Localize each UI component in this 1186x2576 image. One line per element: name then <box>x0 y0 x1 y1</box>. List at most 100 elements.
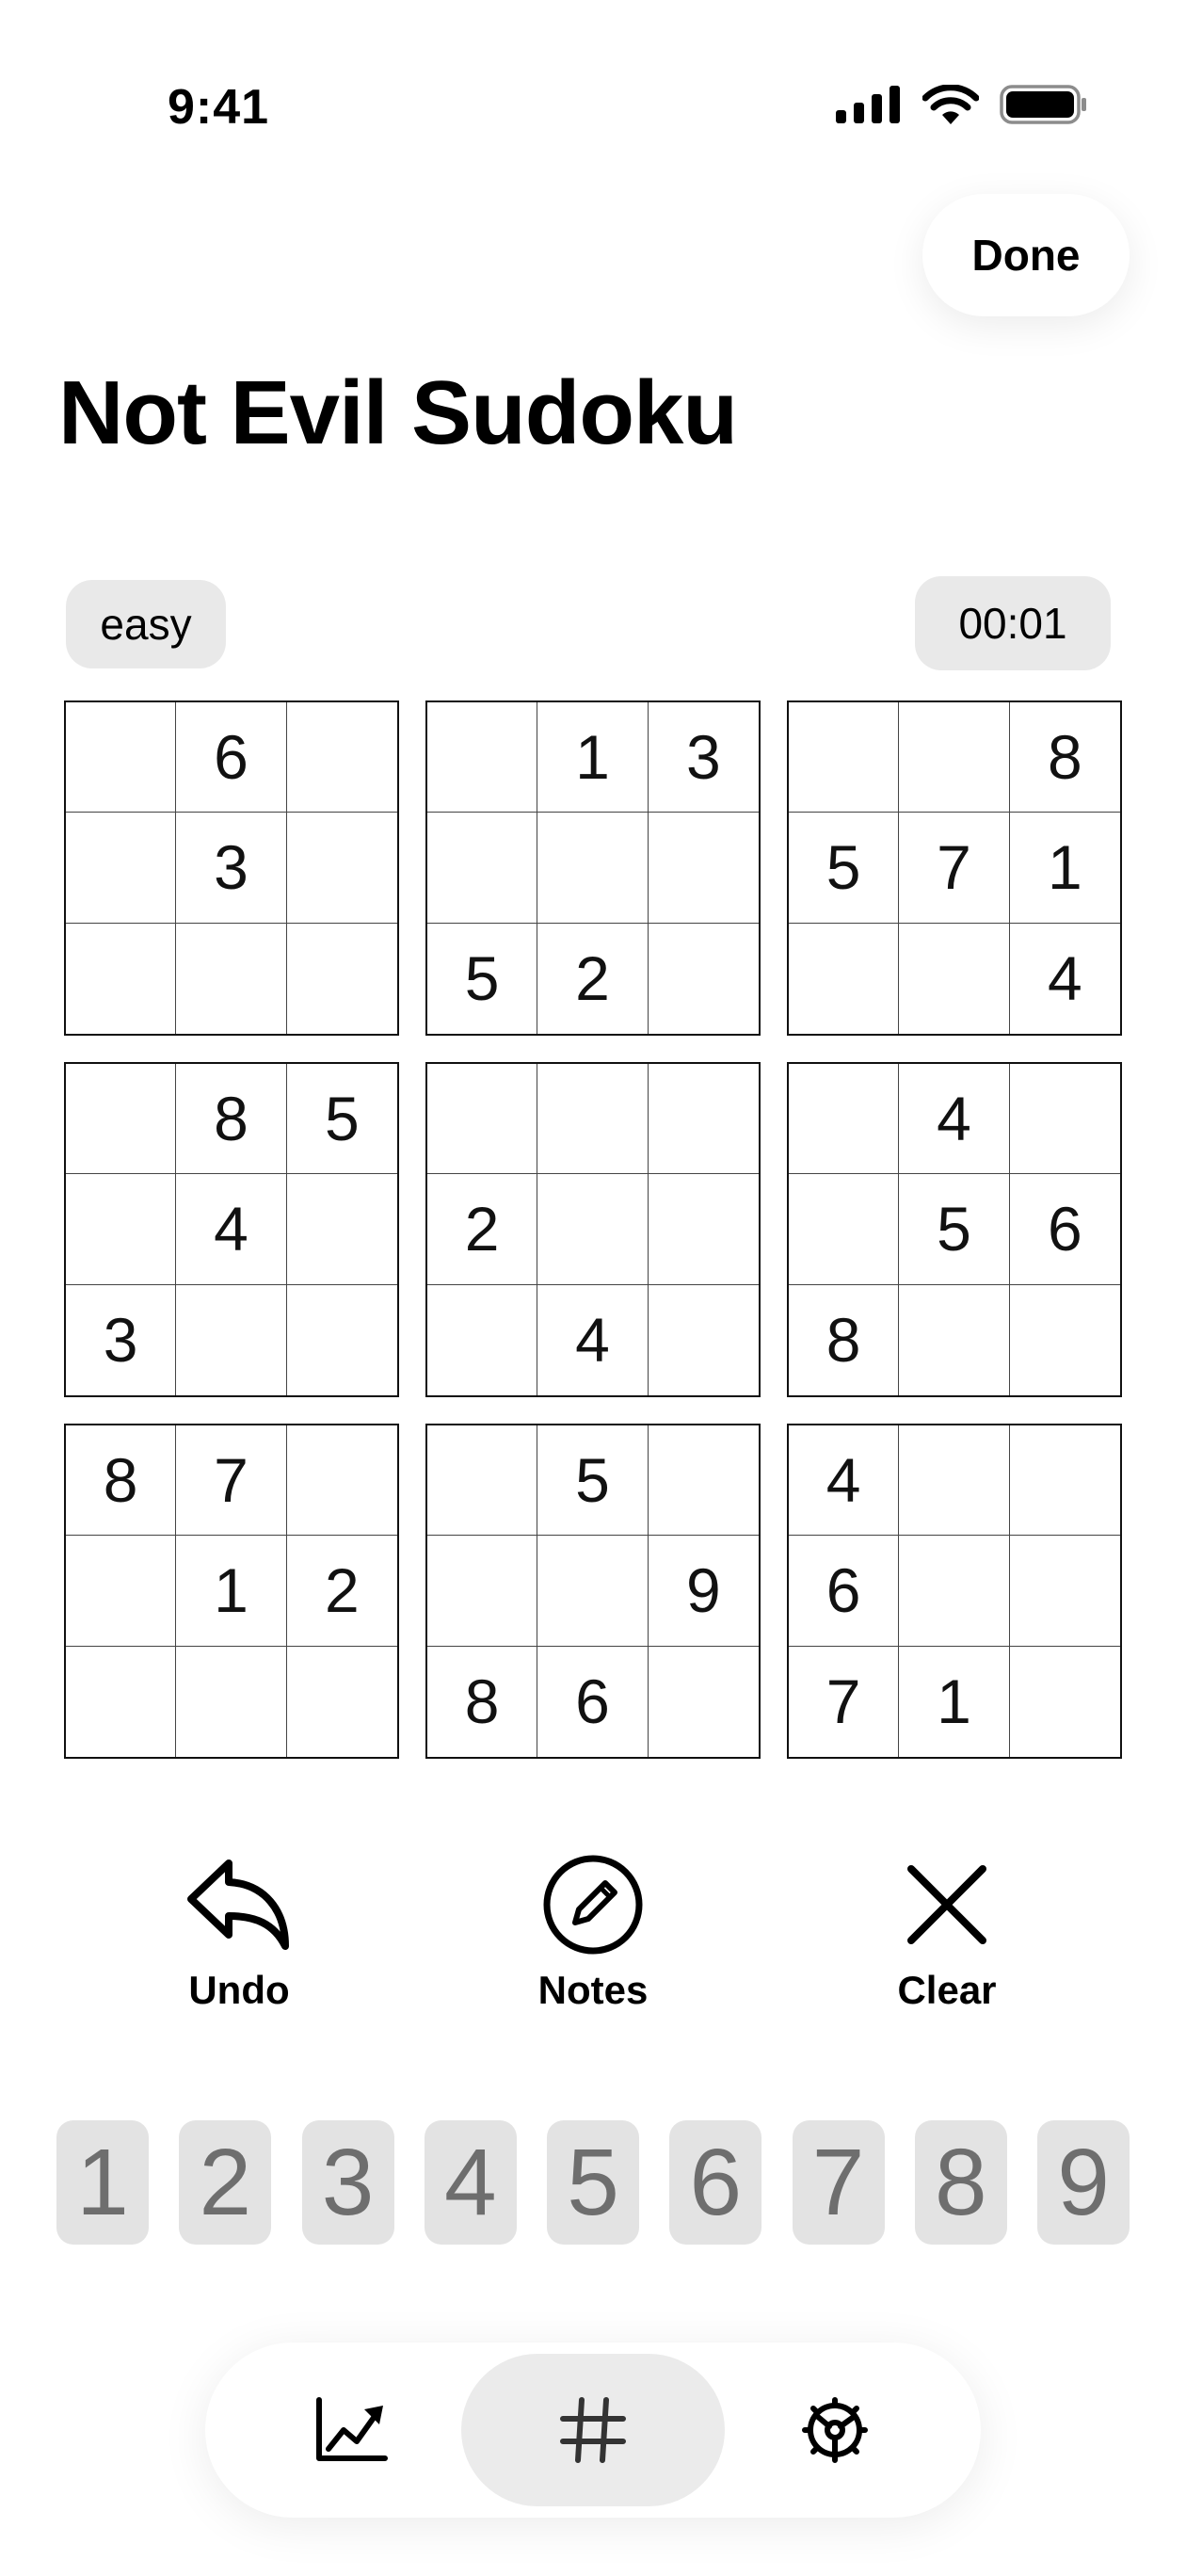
sudoku-cell[interactable] <box>66 1064 177 1175</box>
number-key[interactable]: 4 <box>424 2120 517 2245</box>
sudoku-cell[interactable]: 8 <box>66 1425 177 1537</box>
sudoku-cell[interactable] <box>537 1174 649 1285</box>
sudoku-cell[interactable] <box>427 813 538 924</box>
sudoku-cell[interactable] <box>66 923 177 1034</box>
sudoku-cell[interactable] <box>1010 1285 1120 1395</box>
sudoku-cell[interactable]: 4 <box>789 1425 900 1537</box>
sudoku-cell[interactable]: 8 <box>789 1284 900 1395</box>
notes-button[interactable]: Notes <box>489 1853 697 2013</box>
sudoku-cell[interactable]: 3 <box>176 813 287 924</box>
sudoku-cell[interactable] <box>427 702 538 813</box>
sudoku-cell[interactable] <box>1010 1647 1120 1757</box>
sudoku-cell[interactable]: 7 <box>789 1646 900 1757</box>
sudoku-cell[interactable] <box>287 1647 397 1757</box>
sudoku-cell[interactable]: 5 <box>789 813 900 924</box>
sudoku-cell[interactable] <box>648 1174 759 1285</box>
sudoku-cell[interactable]: 6 <box>176 702 287 813</box>
clear-button[interactable]: Clear <box>843 1853 1050 2013</box>
sudoku-cell[interactable] <box>899 702 1010 813</box>
sudoku-cell[interactable]: 2 <box>286 1536 397 1647</box>
sudoku-cell[interactable] <box>649 1285 759 1395</box>
sudoku-cell[interactable]: 2 <box>537 923 649 1034</box>
sudoku-cell[interactable] <box>286 1174 397 1285</box>
sudoku-cell[interactable] <box>427 1425 538 1537</box>
sudoku-cell[interactable] <box>789 1064 900 1175</box>
tab-game[interactable] <box>461 2354 725 2506</box>
sudoku-cell[interactable]: 9 <box>648 1536 759 1647</box>
sudoku-cell[interactable] <box>1009 1064 1120 1175</box>
done-button[interactable]: Done <box>922 194 1130 316</box>
sudoku-cell[interactable] <box>176 1284 287 1395</box>
sudoku-cell[interactable]: 5 <box>286 1064 397 1175</box>
number-key[interactable]: 6 <box>669 2120 762 2245</box>
sudoku-cell[interactable] <box>789 923 900 1034</box>
sudoku-cell[interactable] <box>789 1174 900 1285</box>
tool-row: Undo Notes Clear <box>0 1853 1186 2041</box>
sudoku-cell[interactable] <box>537 1536 649 1647</box>
sudoku-cell[interactable] <box>287 1285 397 1395</box>
sudoku-cell[interactable]: 2 <box>427 1174 538 1285</box>
sudoku-cell[interactable] <box>899 1536 1010 1647</box>
sudoku-cell[interactable]: 8 <box>176 1064 287 1175</box>
sudoku-cell[interactable]: 1 <box>537 702 649 813</box>
number-key[interactable]: 9 <box>1037 2120 1130 2245</box>
sudoku-cell[interactable] <box>899 923 1010 1034</box>
sudoku-cell[interactable]: 4 <box>537 1284 649 1395</box>
sudoku-cell[interactable] <box>66 1646 177 1757</box>
sudoku-cell[interactable] <box>286 1425 397 1537</box>
sudoku-cell[interactable] <box>899 1425 1010 1537</box>
number-key[interactable]: 1 <box>56 2120 149 2245</box>
number-key[interactable]: 5 <box>547 2120 639 2245</box>
sudoku-cell[interactable] <box>66 813 177 924</box>
sudoku-cell[interactable] <box>66 702 177 813</box>
sudoku-cell[interactable]: 1 <box>176 1536 287 1647</box>
sudoku-cell[interactable]: 3 <box>66 1284 177 1395</box>
sudoku-cell[interactable]: 7 <box>899 813 1010 924</box>
sudoku-cell[interactable] <box>427 1536 538 1647</box>
sudoku-cell[interactable]: 4 <box>176 1174 287 1285</box>
sudoku-cell[interactable] <box>648 1064 759 1175</box>
sudoku-box: 85714 <box>787 700 1122 1036</box>
number-key[interactable]: 3 <box>301 2120 394 2245</box>
number-key[interactable]: 7 <box>792 2120 885 2245</box>
sudoku-cell[interactable] <box>789 702 900 813</box>
number-key[interactable]: 2 <box>179 2120 272 2245</box>
sudoku-cell[interactable] <box>648 1425 759 1537</box>
sudoku-cell[interactable]: 1 <box>899 1646 1010 1757</box>
sudoku-cell[interactable] <box>176 923 287 1034</box>
sudoku-cell[interactable]: 8 <box>1009 702 1120 813</box>
sudoku-cell[interactable] <box>899 1284 1010 1395</box>
sudoku-cell[interactable] <box>648 813 759 924</box>
undo-button[interactable]: Undo <box>136 1853 343 2013</box>
sudoku-cell[interactable] <box>1009 1536 1120 1647</box>
sudoku-cell[interactable]: 5 <box>427 923 538 1034</box>
tab-stats[interactable] <box>280 2343 422 2518</box>
sudoku-cell[interactable]: 4 <box>899 1064 1010 1175</box>
sudoku-box: 4568 <box>787 1062 1122 1397</box>
sudoku-cell[interactable] <box>66 1536 177 1647</box>
sudoku-cell[interactable]: 3 <box>648 702 759 813</box>
number-key[interactable]: 8 <box>914 2120 1007 2245</box>
sudoku-cell[interactable] <box>66 1174 177 1285</box>
sudoku-cell[interactable] <box>286 702 397 813</box>
sudoku-cell[interactable] <box>537 1064 649 1175</box>
sudoku-cell[interactable] <box>537 813 649 924</box>
sudoku-cell[interactable] <box>649 1647 759 1757</box>
sudoku-cell[interactable] <box>427 1064 538 1175</box>
sudoku-cell[interactable]: 6 <box>537 1646 649 1757</box>
sudoku-cell[interactable]: 5 <box>899 1174 1010 1285</box>
sudoku-cell[interactable]: 6 <box>1009 1174 1120 1285</box>
sudoku-cell[interactable] <box>427 1284 538 1395</box>
sudoku-cell[interactable] <box>1009 1425 1120 1537</box>
sudoku-cell[interactable]: 1 <box>1009 813 1120 924</box>
sudoku-cell[interactable] <box>287 924 397 1034</box>
sudoku-cell[interactable] <box>649 924 759 1034</box>
sudoku-cell[interactable]: 7 <box>176 1425 287 1537</box>
sudoku-cell[interactable]: 6 <box>789 1536 900 1647</box>
sudoku-cell[interactable] <box>176 1646 287 1757</box>
sudoku-cell[interactable] <box>286 813 397 924</box>
sudoku-cell[interactable]: 5 <box>537 1425 649 1537</box>
sudoku-cell[interactable]: 4 <box>1010 924 1120 1034</box>
tab-settings[interactable] <box>764 2343 906 2518</box>
sudoku-cell[interactable]: 8 <box>427 1646 538 1757</box>
